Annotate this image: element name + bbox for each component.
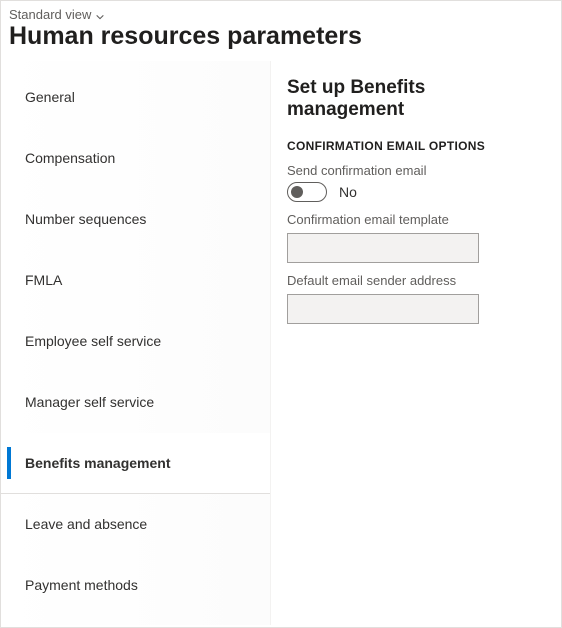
section-title: Set up Benefits management: [287, 77, 541, 121]
subsection-title: CONFIRMATION EMAIL OPTIONS: [287, 139, 541, 153]
sidebar-item-label: Number sequences: [25, 211, 146, 227]
sidebar-item-label: Compensation: [25, 150, 115, 166]
sidebar-item-number-sequences[interactable]: Number sequences: [1, 189, 270, 250]
template-label: Confirmation email template: [287, 212, 541, 227]
sender-label: Default email sender address: [287, 273, 541, 288]
sidebar-item-employee-self-service[interactable]: Employee self service: [1, 311, 270, 372]
sidebar-item-manager-self-service[interactable]: Manager self service: [1, 372, 270, 433]
sidebar-item-label: Employee self service: [25, 333, 161, 349]
sidebar-item-label: Benefits management: [25, 455, 170, 471]
send-confirmation-value: No: [339, 184, 357, 200]
toggle-knob-icon: [291, 186, 303, 198]
sidebar-item-label: Payment methods: [25, 577, 138, 593]
sidebar-item-general[interactable]: General: [1, 67, 270, 128]
main-panel: Set up Benefits management CONFIRMATION …: [271, 61, 561, 625]
sidebar-item-payment-methods[interactable]: Payment methods: [1, 555, 270, 616]
send-confirmation-label: Send confirmation email: [287, 163, 541, 178]
sidebar-item-label: Manager self service: [25, 394, 154, 410]
sidebar-item-compensation[interactable]: Compensation: [1, 128, 270, 189]
view-selector[interactable]: Standard view: [1, 1, 561, 22]
view-selector-label: Standard view: [9, 7, 91, 22]
send-confirmation-toggle[interactable]: [287, 182, 327, 202]
sidebar-item-label: FMLA: [25, 272, 62, 288]
sidebar-item-leave-and-absence[interactable]: Leave and absence: [1, 494, 270, 555]
send-confirmation-toggle-row: No: [287, 182, 541, 202]
sidebar: General Compensation Number sequences FM…: [1, 61, 271, 625]
sender-input[interactable]: [287, 294, 479, 324]
template-input[interactable]: [287, 233, 479, 263]
chevron-down-icon: [95, 10, 105, 20]
sidebar-item-label: General: [25, 89, 75, 105]
page-title: Human resources parameters: [1, 22, 561, 61]
content-area: General Compensation Number sequences FM…: [1, 61, 561, 625]
sidebar-item-fmla[interactable]: FMLA: [1, 250, 270, 311]
sidebar-item-benefits-management[interactable]: Benefits management: [1, 433, 270, 494]
sidebar-item-label: Leave and absence: [25, 516, 147, 532]
